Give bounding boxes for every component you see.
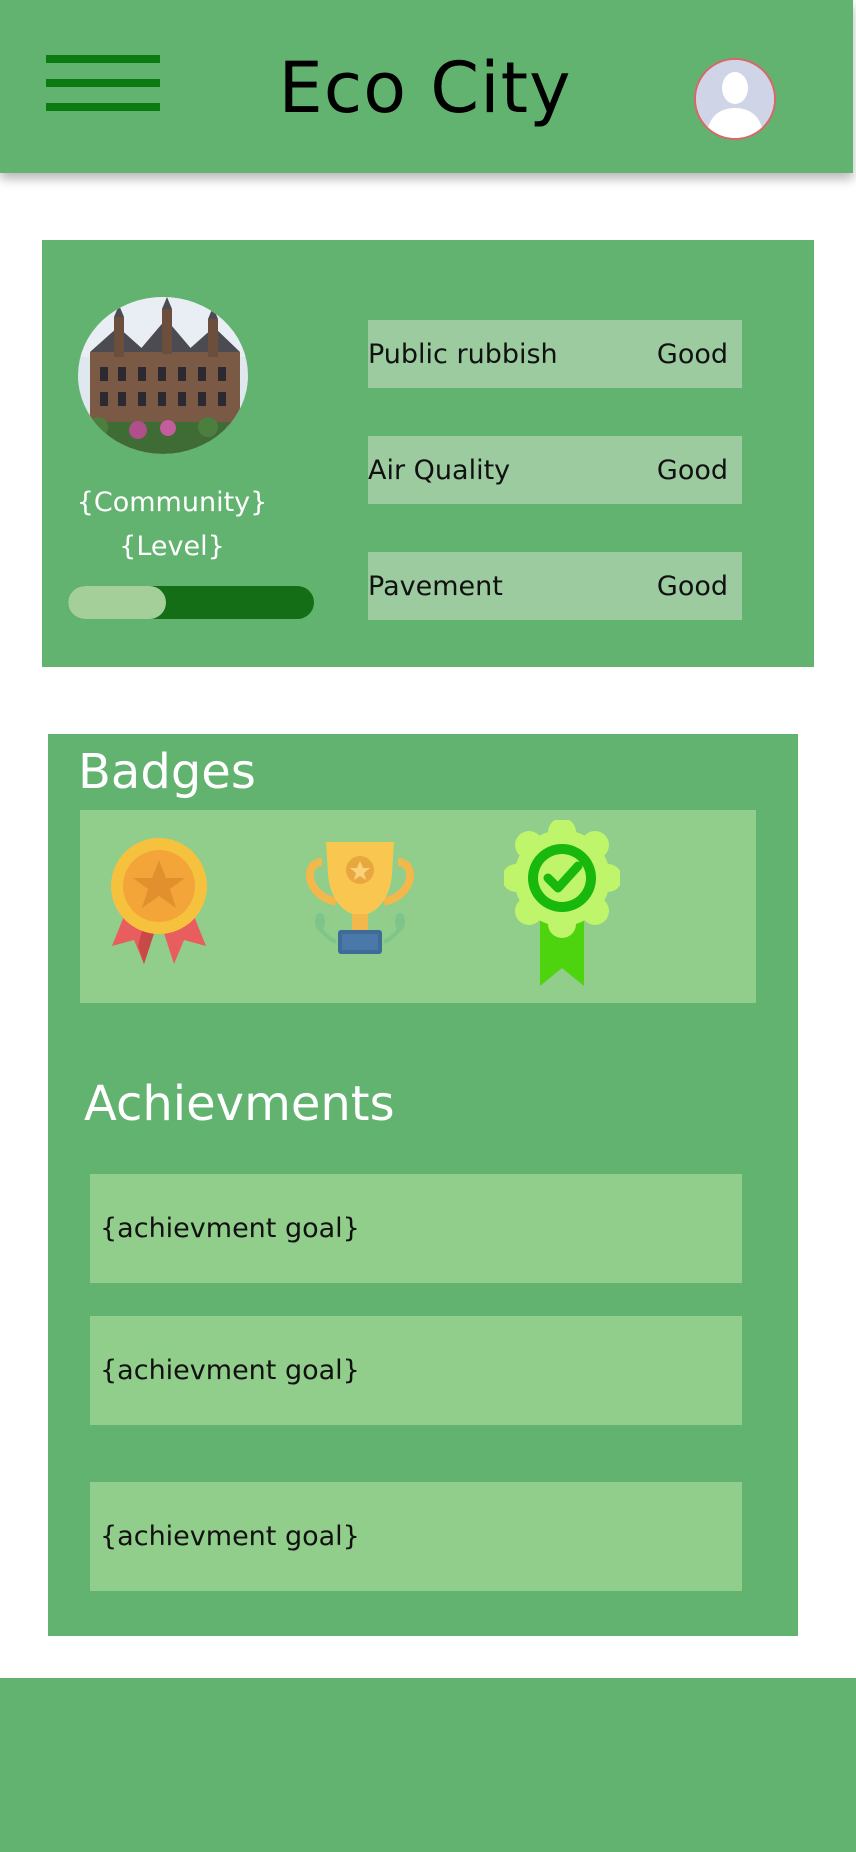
community-level: {Level} (119, 531, 225, 562)
metric-pavement: Pavement Good (368, 552, 742, 620)
community-photo (78, 297, 248, 454)
footer-bar (0, 1678, 856, 1852)
achievement-goal-item[interactable]: {achievment goal} (90, 1316, 742, 1425)
metric-value: Good (656, 454, 728, 486)
metric-air-quality: Air Quality Good (368, 436, 742, 504)
achievement-goal-item[interactable]: {achievment goal} (90, 1174, 742, 1283)
metric-public-rubbish: Public rubbish Good (368, 320, 742, 388)
metric-label: Air Quality (368, 454, 511, 486)
badges-title: Badges (78, 744, 256, 800)
badge-star-medal[interactable] (102, 836, 216, 970)
badges-achievements-card: Badges Achievments {achievment goal} {ac… (48, 734, 798, 1636)
level-progress-bar (68, 586, 314, 619)
trophy-icon (305, 842, 415, 954)
metric-value: Good (656, 338, 728, 370)
user-avatar-icon (696, 60, 774, 138)
badges-panel (80, 810, 756, 1003)
app-header: Eco City (0, 0, 853, 173)
achievement-goal-item[interactable]: {achievment goal} (90, 1482, 742, 1591)
community-card: {Community} {Level} Public rubbish Good … (42, 240, 814, 667)
menu-button[interactable] (46, 55, 160, 117)
star-medal-icon (111, 838, 207, 964)
achievements-title: Achievments (84, 1076, 395, 1132)
metric-label: Pavement (368, 570, 503, 602)
community-name: {Community} (76, 487, 268, 518)
level-progress-fill (68, 586, 167, 619)
metric-value: Good (656, 570, 728, 602)
app-title: Eco City (278, 47, 572, 129)
metric-label: Public rubbish (368, 338, 558, 370)
check-ribbon-icon (502, 818, 622, 986)
badge-check-ribbon[interactable] (502, 818, 622, 992)
profile-avatar-button[interactable] (694, 58, 776, 140)
castle-building-photo (78, 297, 248, 454)
badge-trophy[interactable] (298, 838, 422, 968)
